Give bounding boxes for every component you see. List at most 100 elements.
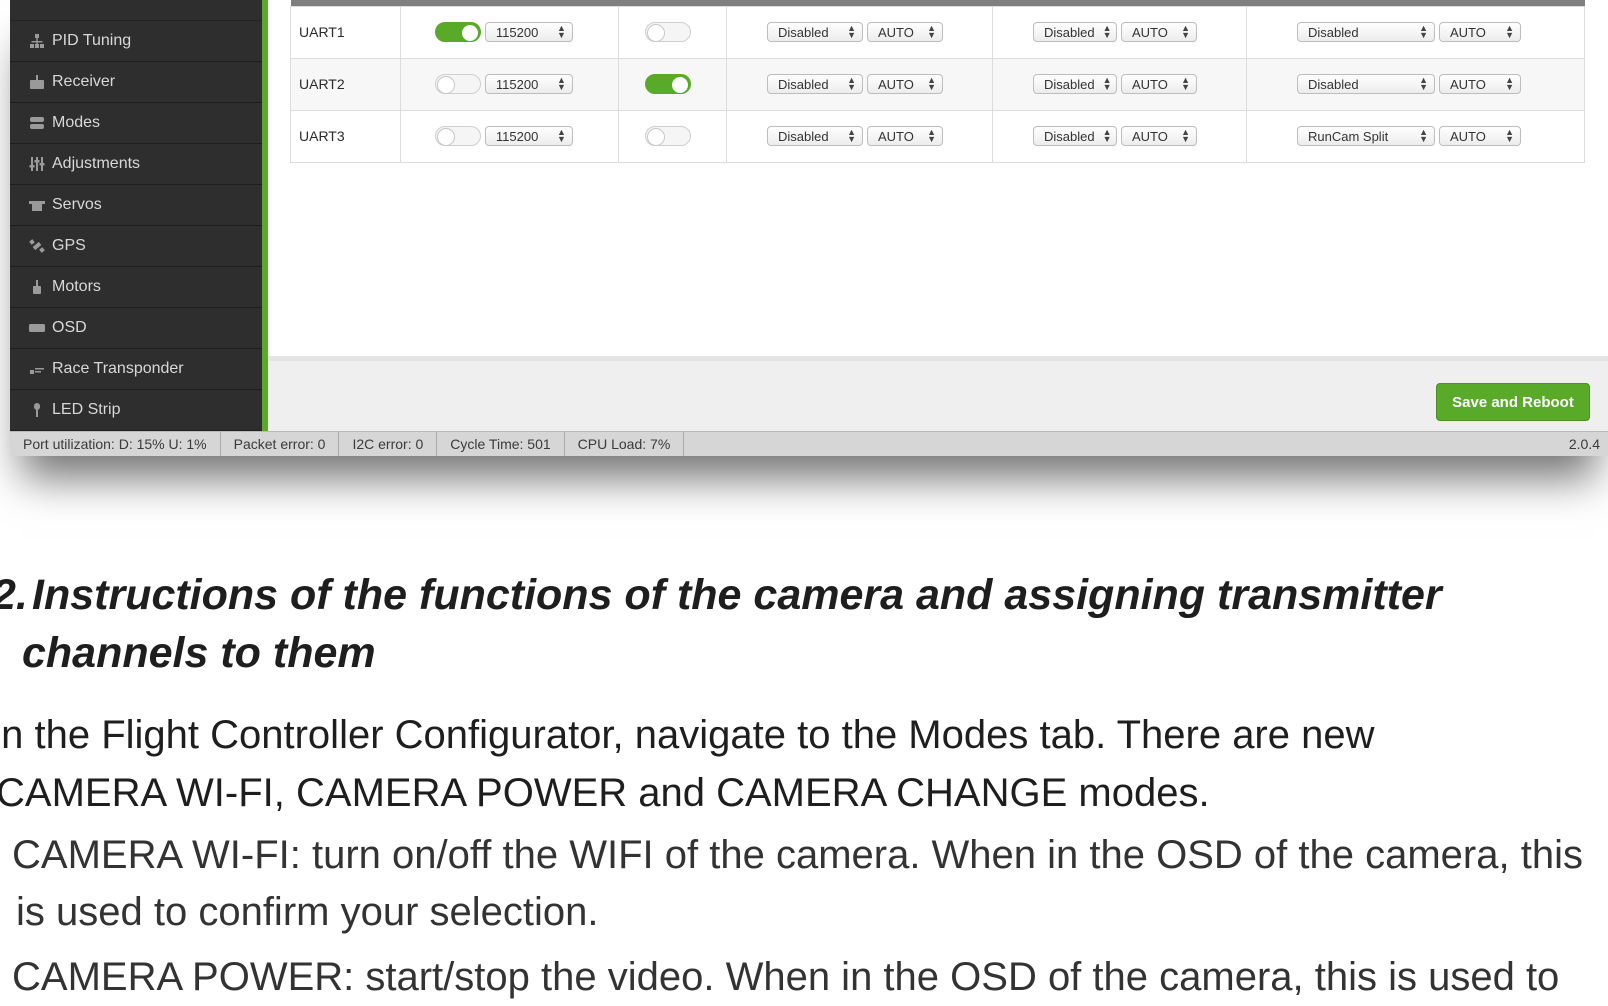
select-arrows-icon: ▲ ▼ (1181, 127, 1190, 144)
sidebar-item-gps[interactable]: GPS (10, 226, 262, 267)
sensor-baud-select[interactable]: AUTO ▲ ▼ (1121, 126, 1197, 146)
sidebar-item-label: Receiver (52, 73, 116, 90)
sidebar-item-servos[interactable]: Servos (10, 185, 262, 226)
select-value: AUTO (1132, 76, 1168, 92)
gps-icon (28, 237, 46, 255)
select-value: Disabled (1044, 76, 1095, 92)
toggle-knob (647, 24, 665, 42)
status-packet-error: Packet error: 0 (221, 432, 340, 456)
select-value: AUTO (878, 76, 914, 92)
select-value: 115200 (495, 128, 539, 144)
select-arrows-icon: ▲ ▼ (556, 127, 566, 144)
led-strip-icon (28, 401, 46, 419)
select-value: Disabled (1308, 24, 1359, 40)
select-value: 115200 (495, 24, 539, 40)
peripherals-select[interactable]: RunCam Split ▲ ▼ (1297, 126, 1435, 146)
sidebar-item-adjustments[interactable]: Adjustments (10, 144, 262, 185)
msp-toggle[interactable] (435, 126, 481, 146)
status-port-utilization: Port utilization: D: 15% U: 1% (10, 432, 221, 456)
sidebar-item-label: Adjustments (52, 155, 141, 172)
sidebar-item-label: OSD (52, 319, 87, 336)
serial-rx-toggle[interactable] (645, 126, 691, 146)
select-value: AUTO (878, 128, 914, 144)
telemetry-select[interactable]: Disabled ▲ ▼ (767, 126, 863, 146)
sidebar-nav: PID Tuning Receiver Modes Adjustments Se… (10, 0, 268, 431)
toggle-knob (671, 76, 689, 94)
sidebar-item-label: Servos (52, 196, 102, 213)
msp-toggle[interactable] (435, 74, 481, 94)
sensor-select[interactable]: Disabled ▲ ▼ (1033, 126, 1117, 146)
msp-baud-select[interactable]: 115200 ▲ ▼ (484, 22, 573, 42)
save-and-reboot-button[interactable]: Save and Reboot (1436, 383, 1590, 421)
select-arrows-icon: ▲ ▼ (847, 127, 856, 144)
sidebar-item-pid-tuning[interactable]: PID Tuning (10, 21, 262, 62)
peripherals-baud-select[interactable]: AUTO ▲ ▼ (1439, 74, 1521, 94)
peripherals-baud-select[interactable]: AUTO ▲ ▼ (1439, 126, 1521, 146)
select-arrows-icon: ▲ ▼ (1419, 23, 1428, 40)
telemetry-baud-select[interactable]: AUTO ▲ ▼ (867, 126, 943, 146)
sidebar-item-motors[interactable]: Motors (10, 267, 262, 308)
sensor-baud-select[interactable]: AUTO ▲ ▼ (1121, 74, 1197, 94)
osd-icon (28, 319, 46, 337)
pid-tuning-icon (28, 32, 46, 50)
table-row: UART2 115200 ▲ ▼ Disabled ▲ ▼ AUTO ▲ ▼ Disabled… (290, 57, 1585, 111)
sidebar-item-label: Modes (52, 114, 101, 131)
peripherals-select[interactable]: Disabled ▲ ▼ (1297, 22, 1435, 42)
section-heading-line2: channels to them (22, 629, 376, 677)
select-arrows-icon: ▲ ▼ (1419, 127, 1428, 144)
modes-icon (28, 114, 46, 132)
sidebar-item-label: PID Tuning (52, 32, 132, 49)
ports-content: UART1 115200 ▲ ▼ Disabled ▲ ▼ AUTO ▲ ▼ Disabled… (268, 0, 1608, 436)
status-i2c-error: I2C error: 0 (339, 432, 438, 456)
port-name: UART3 (290, 109, 401, 163)
select-arrows-icon: ▲ ▼ (1505, 23, 1514, 40)
sidebar-item-modes[interactable]: Modes (10, 103, 262, 144)
msp-toggle[interactable] (435, 22, 481, 42)
sidebar-item-label: GPS (52, 237, 86, 254)
status-version: 2.0.4 (1568, 436, 1600, 452)
section-number: 2. (0, 571, 28, 619)
telemetry-baud-select[interactable]: AUTO ▲ ▼ (867, 22, 943, 42)
select-arrows-icon: ▲ ▼ (847, 75, 856, 92)
select-arrows-icon: ▲ ▼ (927, 23, 936, 40)
toggle-knob (461, 24, 479, 42)
telemetry-select[interactable]: Disabled ▲ ▼ (767, 22, 863, 42)
msp-baud-select[interactable]: 115200 ▲ ▼ (484, 74, 573, 94)
telemetry-baud-select[interactable]: AUTO ▲ ▼ (867, 74, 943, 94)
select-arrows-icon: ▲ ▼ (1419, 75, 1428, 92)
port-name: UART1 (290, 5, 401, 59)
port-name: UART2 (290, 57, 401, 111)
peripherals-select[interactable]: Disabled ▲ ▼ (1297, 74, 1435, 94)
servos-icon (28, 196, 46, 214)
select-arrows-icon: ▲ ▼ (556, 23, 566, 40)
msp-baud-select[interactable]: 115200 ▲ ▼ (484, 126, 573, 146)
sensor-select[interactable]: Disabled ▲ ▼ (1033, 22, 1117, 42)
sidebar-item-label: LED Strip (52, 401, 121, 418)
status-cycle-time: Cycle Time: 501 (437, 432, 565, 456)
toggle-knob (437, 128, 455, 146)
sidebar-item-osd[interactable]: OSD (10, 308, 262, 349)
sidebar-item-race-transponder[interactable]: Race Transponder (10, 349, 262, 390)
select-arrows-icon: ▲ ▼ (927, 75, 936, 92)
list-item: CAMERA WI-FI: turn on/off the WIFI of th… (12, 833, 1583, 877)
select-arrows-icon: ▲ ▼ (1102, 75, 1112, 92)
select-value: AUTO (1450, 128, 1486, 144)
sidebar-item-label: Motors (52, 278, 101, 295)
content-footer: Save and Reboot (268, 356, 1608, 436)
sidebar-item-partial[interactable] (10, 0, 262, 21)
paragraph-line: CAMERA WI-FI, CAMERA POWER and CAMERA CH… (0, 771, 1210, 815)
motors-icon (28, 278, 46, 296)
peripherals-baud-select[interactable]: AUTO ▲ ▼ (1439, 22, 1521, 42)
toggle-knob (437, 76, 455, 94)
sidebar-item-receiver[interactable]: Receiver (10, 62, 262, 103)
serial-rx-toggle[interactable] (645, 74, 691, 94)
sensor-baud-select[interactable]: AUTO ▲ ▼ (1121, 22, 1197, 42)
serial-rx-toggle[interactable] (645, 22, 691, 42)
telemetry-select[interactable]: Disabled ▲ ▼ (767, 74, 863, 94)
race-transponder-icon (28, 360, 46, 378)
toggle-knob (647, 128, 665, 146)
select-value: 115200 (495, 76, 539, 92)
select-arrows-icon: ▲ ▼ (1181, 75, 1190, 92)
sidebar-item-led-strip[interactable]: LED Strip (10, 390, 262, 431)
sensor-select[interactable]: Disabled ▲ ▼ (1033, 74, 1117, 94)
